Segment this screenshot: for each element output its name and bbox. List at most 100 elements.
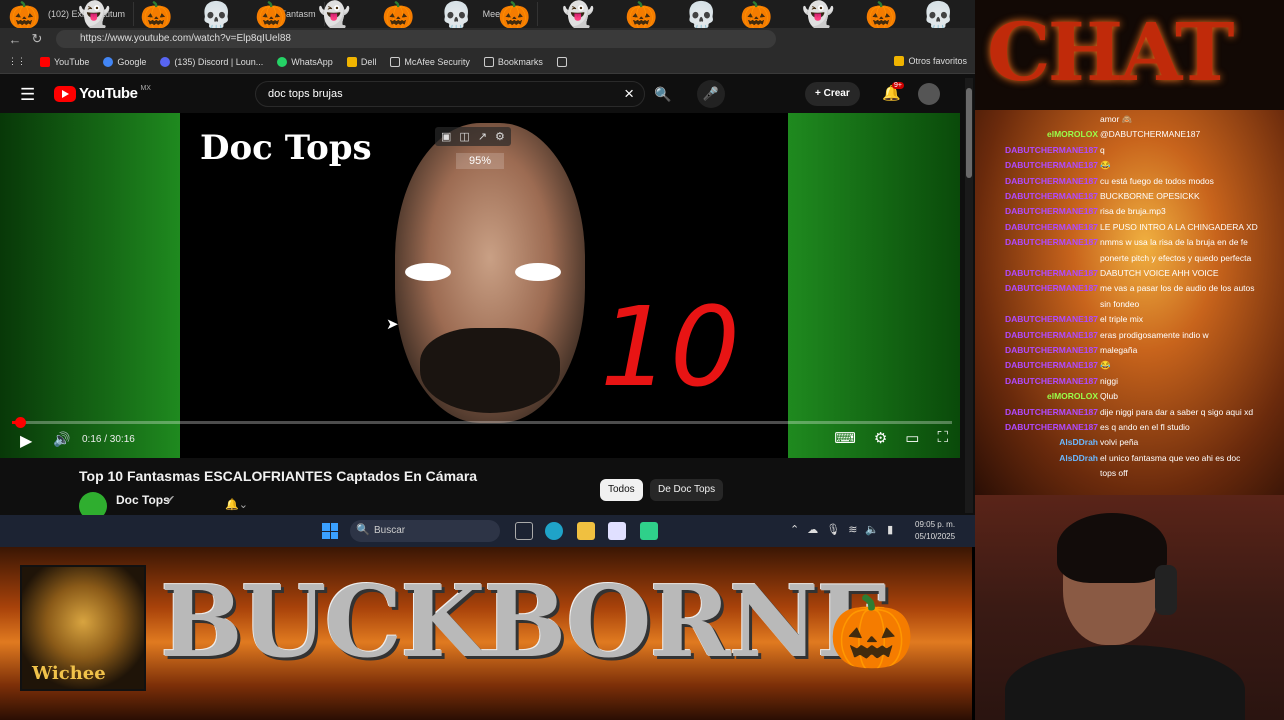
chevron-up-icon[interactable]: ⌃ <box>790 523 799 536</box>
settings-icon[interactable]: ⚙ <box>874 429 887 447</box>
windows-taskbar: 🔍 Buscar ⌃ ☁ 🎙 ≋ 🔈 ▮ 09:05 p. m. 05/10/2… <box>0 515 975 547</box>
speaker-icon[interactable]: 🔈 <box>865 523 879 536</box>
progress-bar[interactable] <box>12 417 952 428</box>
chat-username[interactable]: DABUTCHERMANE187 <box>978 191 1098 202</box>
subscription-bell-icon[interactable]: 🔔⌄ <box>225 498 248 511</box>
search-input[interactable]: doc tops brujas × <box>255 81 645 107</box>
skull-decoration-icon: 💀 <box>922 0 955 28</box>
chat-username[interactable]: AlsDDrah <box>978 453 1098 464</box>
create-button[interactable]: + Crear <box>805 82 860 106</box>
fullscreen-icon[interactable]: ⛶ <box>937 429 948 447</box>
wifi-icon[interactable]: ≋ <box>848 523 857 536</box>
ghost-decoration-icon: 👻 <box>318 0 351 28</box>
webcam-person-body <box>1005 645 1245 720</box>
app-icon[interactable] <box>640 522 658 540</box>
settings-icon[interactable]: ⚙ <box>495 130 505 143</box>
apps-grid-icon[interactable]: ⋮⋮ <box>8 56 26 67</box>
chat-username[interactable]: DABUTCHERMANE187 <box>978 360 1098 371</box>
bookmark-label: Dell <box>360 56 377 67</box>
chat-text: 😂 <box>1100 160 1111 171</box>
bookmark-label: WhatsApp <box>291 56 333 67</box>
cloud-icon[interactable]: ☁ <box>807 523 818 536</box>
other-bookmarks[interactable]: Otros favoritos <box>894 56 967 66</box>
chat-username[interactable]: DABUTCHERMANE187 <box>978 206 1098 217</box>
task-view-icon[interactable] <box>515 522 533 540</box>
chat-text: el triple mix <box>1100 314 1143 325</box>
menu-icon[interactable]: ☰ <box>20 85 35 105</box>
ghost-decoration-icon: 👻 <box>802 0 835 28</box>
picture-in-picture-icon[interactable]: ▣ <box>441 130 451 143</box>
youtube-logo[interactable]: YouTube MX <box>54 85 151 102</box>
bookmark-label: YouTube <box>54 56 90 67</box>
volume-icon[interactable]: 🔊 <box>53 431 70 448</box>
subtitles-icon[interactable]: ⌨ <box>834 429 856 447</box>
chat-username[interactable]: elMOROLOX <box>978 391 1098 402</box>
chat-username[interactable]: DABUTCHERMANE187 <box>978 345 1098 356</box>
bookmarks-bar: ⋮⋮ YouTube Google (135) Discord | Loun..… <box>0 50 975 74</box>
video-player[interactable]: Doc Tops 10 ▣ ◫ ↗ ⚙ 95% ➤ ▶ 🔊 0:16 / 30:… <box>0 113 960 458</box>
bookmark-item[interactable]: Bookmarks <box>483 56 543 67</box>
chat-username[interactable]: DABUTCHERMANE187 <box>978 376 1098 387</box>
avatar[interactable] <box>918 83 940 105</box>
page-icon[interactable] <box>556 56 567 67</box>
bookmark-item[interactable]: YouTube <box>40 56 90 67</box>
taskbar-clock[interactable]: 09:05 p. m. 05/10/2025 <box>915 519 955 543</box>
page-icon <box>483 56 494 67</box>
screenshot-icon[interactable]: ◫ <box>459 130 469 143</box>
theater-mode-icon[interactable]: ▭ <box>905 429 919 447</box>
page-icon <box>390 56 401 67</box>
chat-username[interactable]: AlsDDrah <box>978 437 1098 448</box>
store-icon[interactable] <box>608 522 626 540</box>
logo-text: Wichee <box>32 663 106 684</box>
edge-browser-icon[interactable] <box>545 522 563 540</box>
file-explorer-icon[interactable] <box>577 522 595 540</box>
chat-text: me vas a pasar los de audio de los autos <box>1100 283 1255 294</box>
chat-username[interactable]: DABUTCHERMANE187 <box>978 422 1098 433</box>
chip-all[interactable]: Todos <box>600 479 643 501</box>
windows-start-icon[interactable] <box>322 523 338 539</box>
chat-username[interactable]: DABUTCHERMANE187 <box>978 176 1098 187</box>
microphone-icon[interactable]: 🎙 <box>826 523 840 536</box>
bookmark-item[interactable]: Google <box>103 56 146 67</box>
reload-icon[interactable]: ↻ <box>30 31 44 47</box>
chat-username[interactable]: DABUTCHERMANE187 <box>978 268 1098 279</box>
bookmark-item[interactable]: Dell <box>346 56 377 67</box>
chat-text: BUCKBORNE OPESICKK <box>1100 191 1200 201</box>
pumpkin-decoration-icon: 🎃 <box>498 0 531 28</box>
chat-username[interactable]: DABUTCHERMANE187 <box>978 283 1098 294</box>
taskbar-search[interactable]: 🔍 Buscar <box>350 520 500 542</box>
channel-name[interactable]: Doc Tops <box>116 493 170 507</box>
bookmark-item[interactable]: (135) Discord | Loun... <box>160 56 263 67</box>
open-external-icon[interactable]: ↗ <box>478 130 487 143</box>
chat-username[interactable]: DABUTCHERMANE187 <box>978 407 1098 418</box>
youtube-play-icon <box>54 85 76 102</box>
play-icon[interactable]: ▶ <box>20 431 32 451</box>
whatsapp-icon <box>277 56 288 67</box>
scroll-thumb[interactable] <box>966 88 972 178</box>
chat-username[interactable]: DABUTCHERMANE187 <box>978 222 1098 233</box>
bookmark-item[interactable]: WhatsApp <box>277 56 333 67</box>
google-icon <box>103 56 114 67</box>
skull-decoration-icon: 💀 <box>440 0 473 28</box>
chat-username[interactable]: DABUTCHERMANE187 <box>978 160 1098 171</box>
chat-username[interactable]: DABUTCHERMANE187 <box>978 314 1098 325</box>
folder-icon <box>346 56 357 67</box>
video-art-number: 10 <box>600 283 740 411</box>
chat-username[interactable]: DABUTCHERMANE187 <box>978 237 1098 248</box>
chat-text: es q ando en el fl studio <box>1100 422 1190 432</box>
chat-username[interactable]: DABUTCHERMANE187 <box>978 145 1098 156</box>
video-info: Top 10 Fantasmas ESCALOFRIANTES Captados… <box>0 458 975 520</box>
search-icon[interactable]: 🔍 <box>648 81 678 107</box>
close-icon[interactable]: × <box>624 84 634 104</box>
bookmark-item[interactable]: McAfee Security <box>390 56 470 67</box>
url-field[interactable]: https://www.youtube.com/watch?v=Elp8qIUe… <box>56 30 776 48</box>
chat-username[interactable]: DABUTCHERMANE187 <box>978 330 1098 341</box>
clock-time: 09:05 p. m. <box>915 520 956 529</box>
chat-text: malegaña <box>1100 345 1138 355</box>
back-arrow-icon[interactable]: ← <box>8 32 22 47</box>
microphone-icon[interactable]: 🎤 <box>697 80 725 108</box>
scrollbar[interactable] <box>965 78 973 513</box>
chat-username[interactable]: elMOROLOX <box>978 129 1098 140</box>
battery-icon[interactable]: ▮ <box>887 523 893 536</box>
chip-channel[interactable]: De Doc Tops <box>650 479 724 501</box>
